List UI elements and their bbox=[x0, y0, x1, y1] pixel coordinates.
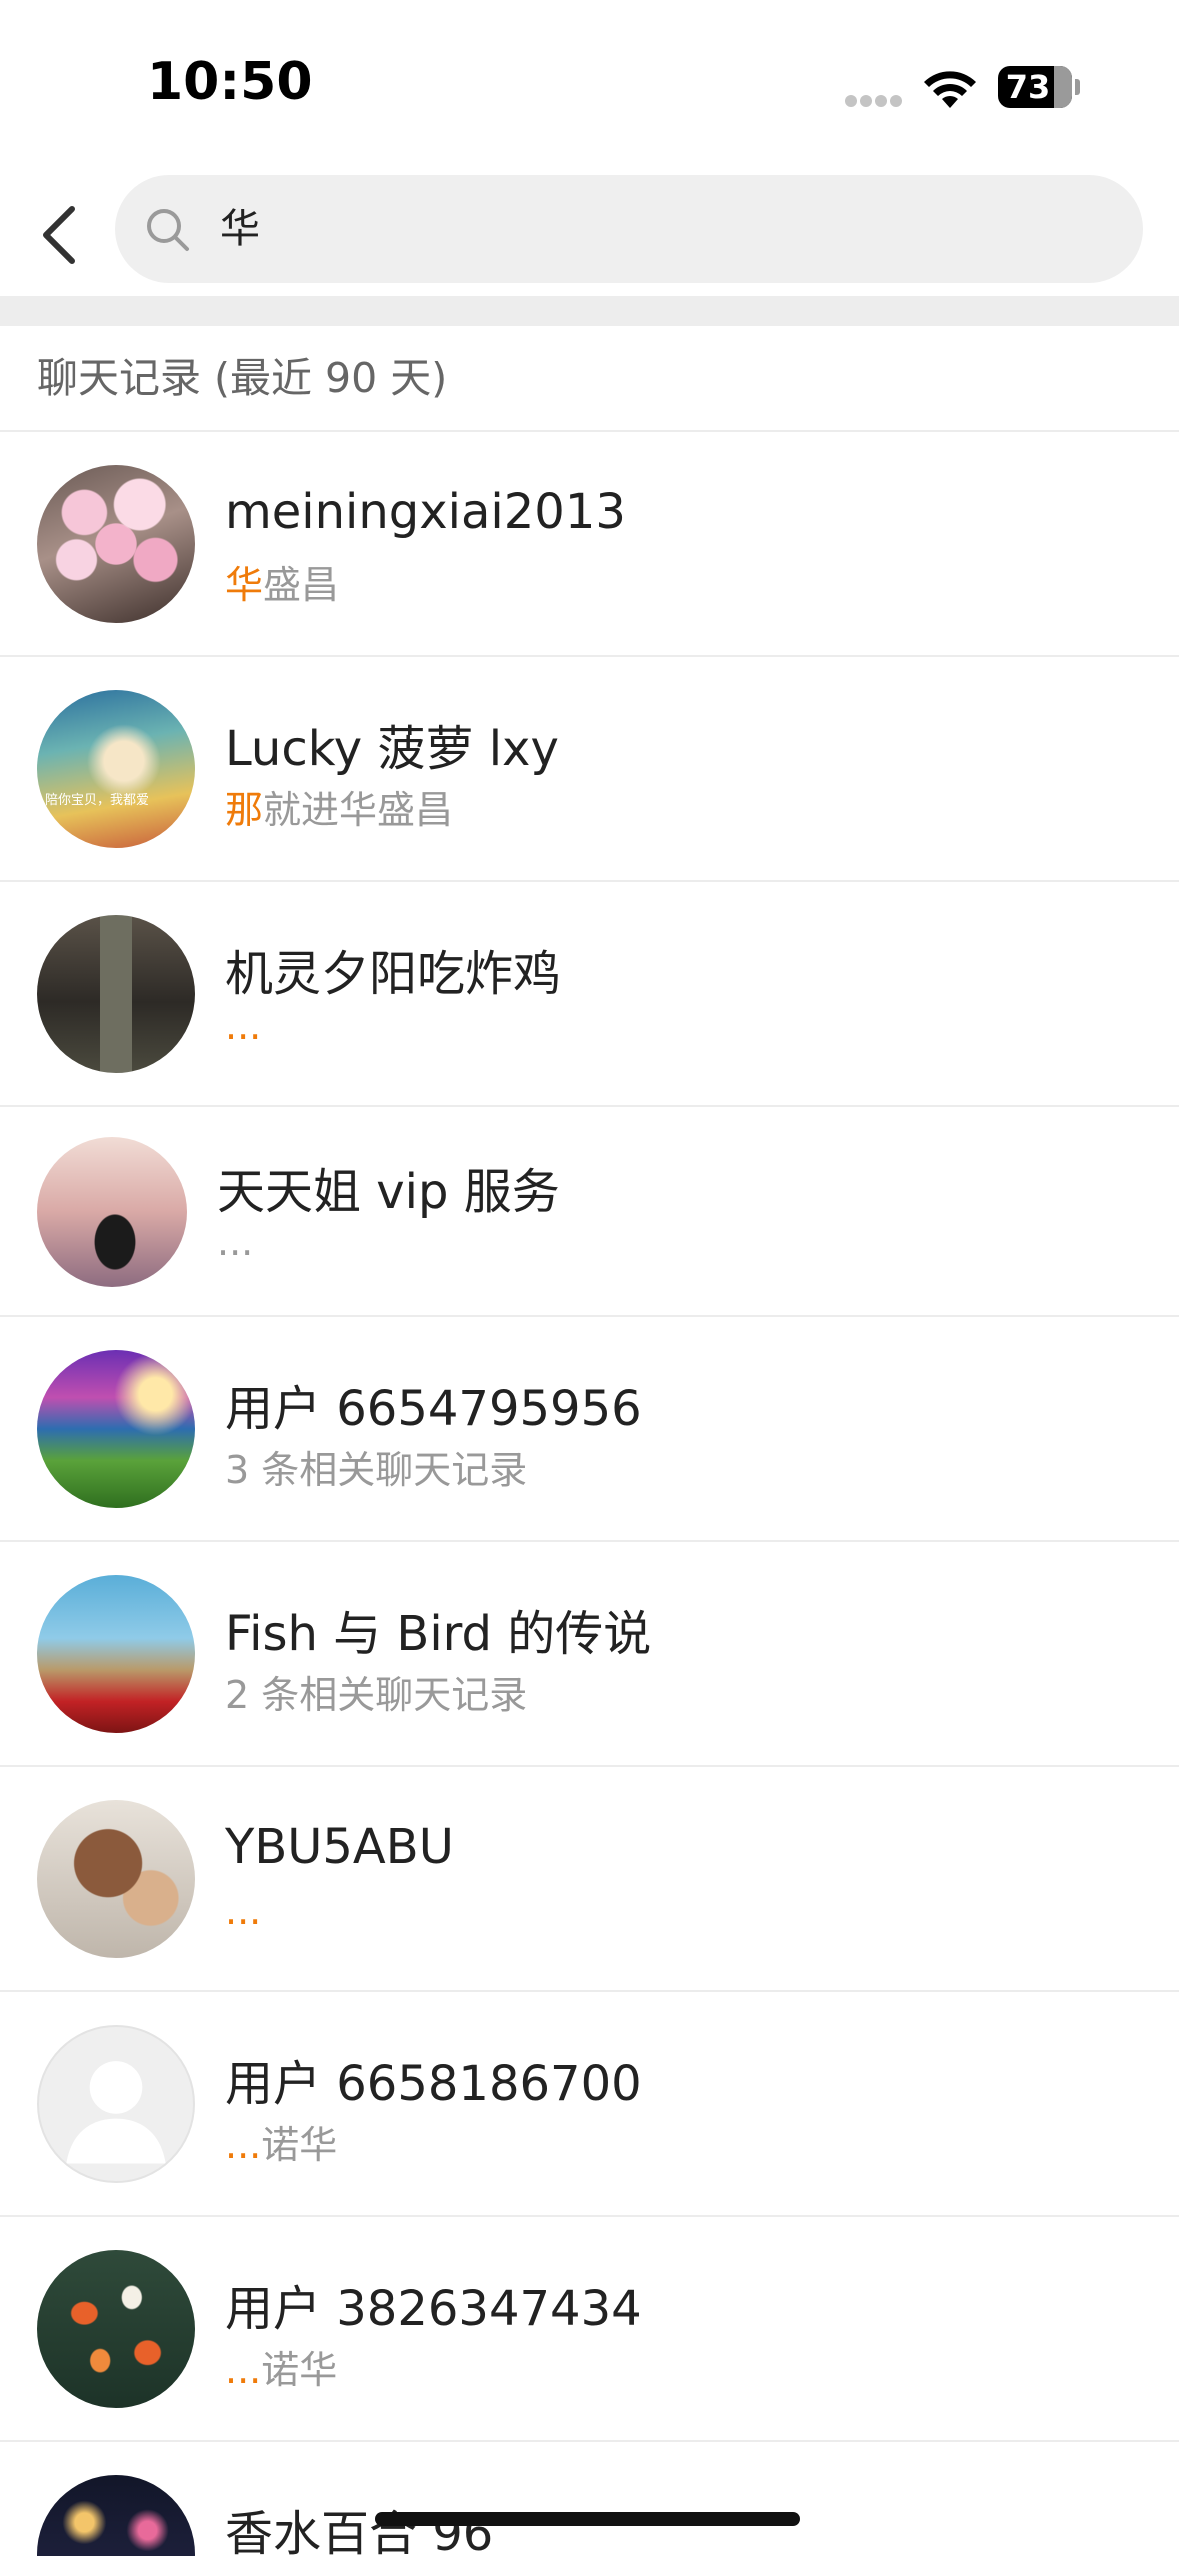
battery-icon: 73 bbox=[998, 66, 1080, 108]
avatar[interactable] bbox=[37, 1137, 187, 1287]
result-snippet: ... bbox=[225, 1889, 261, 1933]
result-row[interactable]: YBU5ABU ... bbox=[0, 1767, 1179, 1992]
result-row[interactable]: 机灵夕阳吃炸鸡 ... bbox=[0, 882, 1179, 1107]
result-snippet: ...诺华 bbox=[225, 2114, 337, 2169]
snippet-highlight: ... bbox=[225, 2348, 262, 2392]
result-snippet: 3 条相关聊天记录 bbox=[225, 1439, 527, 1494]
search-header: 华 bbox=[0, 160, 1179, 296]
result-snippet: 那就进华盛昌 bbox=[225, 779, 453, 834]
search-icon bbox=[147, 209, 189, 251]
result-name: 用户 6654795956 bbox=[225, 1381, 642, 1437]
result-name: YBU5ABU bbox=[225, 1819, 454, 1875]
avatar[interactable] bbox=[37, 1575, 195, 1733]
result-list: meiningxiai2013 华盛昌 陪你宝贝，我都爱 Lucky 菠萝 lx… bbox=[0, 432, 1179, 2556]
result-snippet: ... bbox=[225, 1004, 261, 1048]
avatar-caption: 陪你宝贝，我都爱 bbox=[45, 793, 150, 808]
divider bbox=[0, 296, 1179, 326]
snippet-text: 盛昌 bbox=[263, 563, 340, 607]
result-name: 用户 6658186700 bbox=[225, 2056, 642, 2112]
snippet-text: 诺华 bbox=[261, 2123, 338, 2167]
avatar[interactable]: 陪你宝贝，我都爱 bbox=[37, 690, 195, 848]
result-snippet: ... bbox=[217, 1220, 253, 1264]
avatar[interactable] bbox=[37, 915, 195, 1073]
result-name: meiningxiai2013 bbox=[225, 484, 626, 540]
snippet-highlight: ... bbox=[225, 1004, 262, 1048]
back-arrow-icon[interactable] bbox=[30, 195, 90, 275]
status-bar: 10:50 73 bbox=[0, 0, 1179, 160]
result-name: 用户 3826347434 bbox=[225, 2281, 642, 2337]
result-row[interactable]: Fish 与 Bird 的传说 2 条相关聊天记录 bbox=[0, 1542, 1179, 1767]
snippet-highlight: ... bbox=[225, 1889, 262, 1933]
default-user-icon bbox=[66, 2061, 166, 2164]
snippet-text: 就进华盛昌 bbox=[263, 788, 454, 832]
snippet-text: 诺华 bbox=[261, 2348, 338, 2392]
result-snippet: 2 条相关聊天记录 bbox=[225, 1664, 527, 1719]
result-row[interactable]: 用户 3826347434 ...诺华 bbox=[0, 2217, 1179, 2442]
avatar[interactable] bbox=[37, 2475, 195, 2556]
avatar[interactable] bbox=[37, 2250, 195, 2408]
snippet-highlight: 华 bbox=[225, 563, 264, 607]
result-name: Lucky 菠萝 lxy bbox=[225, 721, 559, 777]
search-query-text[interactable]: 华 bbox=[220, 175, 260, 283]
avatar[interactable] bbox=[37, 1800, 195, 1958]
result-row[interactable]: meiningxiai2013 华盛昌 bbox=[0, 432, 1179, 657]
avatar[interactable] bbox=[37, 465, 195, 623]
result-row[interactable]: 香水百合 96 bbox=[0, 2442, 1179, 2556]
result-name: 天天姐 vip 服务 bbox=[217, 1164, 560, 1220]
snippet-highlight: ... bbox=[225, 2123, 262, 2167]
snippet-text: ... bbox=[217, 1220, 254, 1264]
home-indicator[interactable] bbox=[375, 2512, 800, 2526]
result-row[interactable]: 陪你宝贝，我都爱 Lucky 菠萝 lxy 那就进华盛昌 bbox=[0, 657, 1179, 882]
result-row[interactable]: 用户 6658186700 ...诺华 bbox=[0, 1992, 1179, 2217]
snippet-text: 2 条相关聊天记录 bbox=[225, 1673, 528, 1717]
avatar[interactable] bbox=[37, 1350, 195, 1508]
result-snippet: ...诺华 bbox=[225, 2339, 337, 2394]
snippet-text: 3 条相关聊天记录 bbox=[225, 1448, 528, 1492]
status-time: 10:50 bbox=[147, 52, 313, 112]
section-title: 聊天记录 (最近 90 天) bbox=[37, 354, 448, 402]
wifi-icon bbox=[924, 71, 976, 108]
result-name: 机灵夕阳吃炸鸡 bbox=[225, 946, 562, 1002]
search-input[interactable]: 华 bbox=[115, 175, 1143, 283]
result-row[interactable]: 用户 6654795956 3 条相关聊天记录 bbox=[0, 1317, 1179, 1542]
snippet-highlight: 那 bbox=[225, 788, 264, 832]
result-snippet: 华盛昌 bbox=[225, 554, 339, 609]
result-name: Fish 与 Bird 的传说 bbox=[225, 1606, 652, 1662]
battery-level: 73 bbox=[1005, 68, 1051, 106]
cellular-signal-icon bbox=[845, 95, 903, 109]
section-header: 聊天记录 (最近 90 天) bbox=[0, 326, 1179, 432]
avatar[interactable] bbox=[37, 2025, 195, 2183]
result-row[interactable]: 天天姐 vip 服务 ... bbox=[0, 1107, 1179, 1317]
